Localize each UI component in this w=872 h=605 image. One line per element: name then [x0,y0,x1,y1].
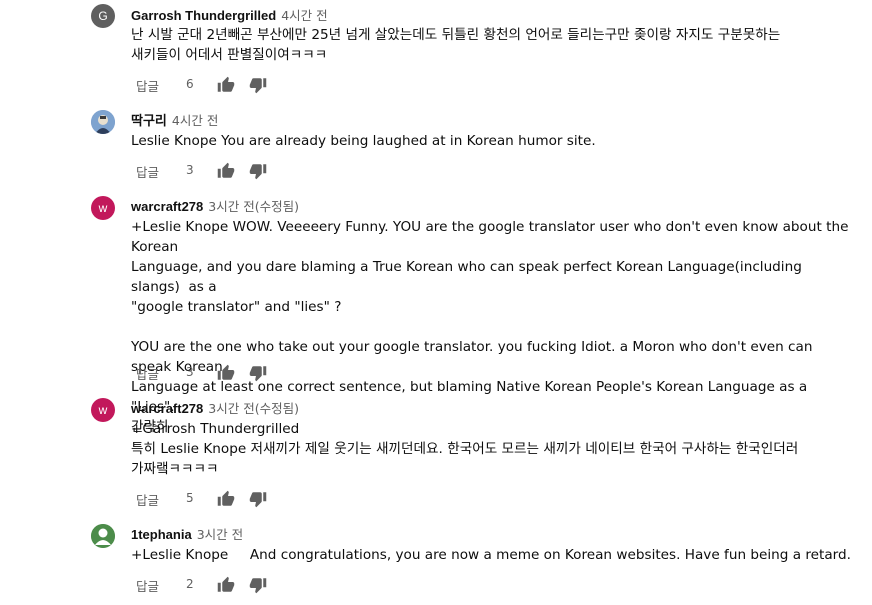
comment-actions: 답글 2 [131,576,331,596]
like-count: 2 [186,577,194,591]
comment-header: warcraft278 3시간 전(수정됨) [131,196,299,215]
author-name[interactable]: warcraft278 [131,199,203,214]
comment-time[interactable]: 3시간 전 [197,527,243,542]
comment-header: warcraft278 3시간 전(수정됨) [131,398,299,417]
thumbs-up-icon[interactable] [217,162,235,180]
comment-actions: 답글 6 [131,76,331,96]
comment-actions: 답글 3 [131,364,331,384]
reply-button[interactable]: 답글 [136,162,159,181]
thumbs-down-icon[interactable] [249,576,267,594]
comment-actions: 답글 5 [131,490,331,510]
comment-text: Leslie Knope You are already being laugh… [131,133,596,149]
comment-text: +Garrosh Thundergrilled 특히 Leslie Knope … [131,421,799,477]
comment-header: 딱구리 4시간 전 [131,110,218,129]
like-count: 6 [186,77,194,91]
comment-header: 1tephania 3시간 전 [131,524,243,543]
thumbs-down-icon[interactable] [249,490,267,508]
avatar[interactable]: G [91,4,115,28]
thumbs-up-icon[interactable] [217,576,235,594]
thumbs-down-icon[interactable] [249,162,267,180]
comment-header: Garrosh Thundergrilled 4시간 전 [131,5,328,24]
like-count: 3 [186,163,194,177]
reply-button[interactable]: 답글 [136,576,159,595]
reply-button[interactable]: 답글 [136,364,159,383]
avatar[interactable] [91,524,115,548]
avatar[interactable]: w [91,398,115,422]
avatar[interactable]: w [91,196,115,220]
author-name[interactable]: 1tephania [131,527,192,542]
thumbs-down-icon[interactable] [249,76,267,94]
reply-button[interactable]: 답글 [136,76,159,95]
thumbs-up-icon[interactable] [217,76,235,94]
author-name[interactable]: 딱구리 [131,113,167,128]
comment-time[interactable]: 4시간 전 [172,113,218,128]
avatar-image [91,110,115,134]
author-name[interactable]: warcraft278 [131,401,203,416]
thumbs-up-icon[interactable] [217,490,235,508]
avatar-image [91,524,115,548]
avatar[interactable] [91,110,115,134]
reply-button[interactable]: 답글 [136,490,159,509]
comment-text: 난 시발 군대 2년빼곤 부산에만 25년 넘게 살았는데도 뒤틀린 황천의 언… [131,27,781,63]
comment-time[interactable]: 3시간 전(수정됨) [208,401,299,416]
comment-time[interactable]: 3시간 전(수정됨) [208,199,299,214]
comment-time[interactable]: 4시간 전 [281,8,327,23]
thumbs-down-icon[interactable] [249,364,267,382]
like-count: 3 [186,365,194,379]
thumbs-up-icon[interactable] [217,364,235,382]
author-name[interactable]: Garrosh Thundergrilled [131,8,276,23]
like-count: 5 [186,491,194,505]
comment-text: +Leslie Knope And congratulations, you a… [131,547,851,563]
comment-actions: 답글 3 [131,162,331,182]
